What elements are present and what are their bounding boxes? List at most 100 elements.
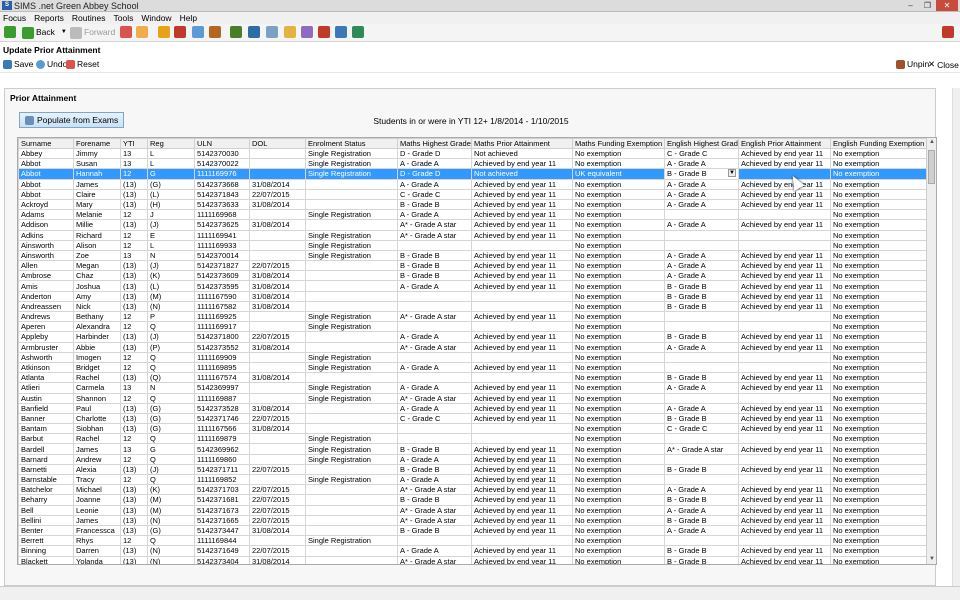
cell-english-prior-attainment[interactable]	[738, 321, 831, 333]
cell-english-prior-attainment[interactable]: Achieved by end year 11	[738, 341, 831, 353]
cell-forename[interactable]: Chaz	[73, 270, 121, 282]
cell-english-funding-exemption[interactable]: No exemption	[830, 504, 928, 516]
cell-surname[interactable]: Aperen	[18, 321, 74, 333]
table-row[interactable]: Banner Charlotte (13) (G) 5142371746 22/07/20…	[18, 412, 928, 425]
cell-yti[interactable]: 12	[120, 392, 148, 404]
cell-uln[interactable]: 5142373633	[194, 198, 250, 211]
cell-forename[interactable]: Michael	[73, 484, 121, 496]
cell-uln[interactable]: 1111167582	[194, 300, 250, 313]
cell-forename[interactable]: Rhys	[73, 535, 121, 547]
cell-english-highest-grade[interactable]: A - Grade A	[664, 158, 739, 170]
cell-uln[interactable]: 1111169879	[194, 433, 250, 445]
cell-surname[interactable]: Ainsworth	[18, 239, 74, 251]
cell-reg[interactable]: (J)	[147, 260, 195, 272]
cell-yti[interactable]: (13)	[120, 412, 148, 425]
cell-maths-prior-attainment[interactable]: Achieved by end year 11	[471, 331, 573, 343]
table-row[interactable]: Allen Megan (13) (J) 5142371827 22/07/2015 B -…	[18, 260, 928, 272]
cell-maths-prior-attainment[interactable]	[471, 535, 573, 547]
cell-maths-highest-grade[interactable]	[397, 321, 472, 333]
cell-english-prior-attainment[interactable]	[738, 453, 831, 465]
cell-yti[interactable]: (13)	[120, 300, 148, 313]
cell-enrolment-status[interactable]	[305, 514, 398, 526]
cell-enrolment-status[interactable]: Single Registration	[305, 249, 398, 262]
cell-maths-funding-exemption[interactable]: No exemption	[572, 331, 665, 343]
cell-english-highest-grade[interactable]: ▼ B - Grade B	[664, 168, 739, 180]
cell-yti[interactable]: (13)	[120, 524, 148, 537]
cell-surname[interactable]: Benter	[18, 524, 74, 537]
cell-maths-prior-attainment[interactable]: Achieved by end year 11	[471, 392, 573, 404]
calendar-icon[interactable]	[248, 26, 260, 38]
cell-uln[interactable]: 1111169895	[194, 361, 250, 374]
cell-english-funding-exemption[interactable]: No exemption	[830, 219, 928, 231]
cell-maths-highest-grade[interactable]: A* - Grade A star	[397, 229, 472, 241]
cell-english-prior-attainment[interactable]: Achieved by end year 11	[738, 300, 831, 313]
cell-maths-highest-grade[interactable]	[397, 372, 472, 384]
cell-enrolment-status[interactable]: Single Registration	[305, 158, 398, 170]
cell-forename[interactable]: Darren	[73, 545, 121, 557]
cell-maths-funding-exemption[interactable]: No exemption	[572, 280, 665, 292]
cell-maths-highest-grade[interactable]	[397, 433, 472, 445]
cell-dol[interactable]: 31/08/2014	[249, 341, 306, 353]
cell-reg[interactable]: L	[147, 147, 195, 160]
cell-maths-funding-exemption[interactable]: No exemption	[572, 147, 665, 160]
cell-maths-highest-grade[interactable]: A - Grade A	[397, 209, 472, 221]
chart-icon[interactable]	[230, 26, 242, 38]
cell-uln[interactable]: 5142371746	[194, 412, 250, 425]
cell-yti[interactable]: (13)	[120, 372, 148, 384]
cell-forename[interactable]: Francessca	[73, 524, 121, 537]
table-row[interactable]: Bellini James (13) (N) 5142371665 22/07/2015 A…	[18, 514, 928, 526]
cell-maths-funding-exemption[interactable]: UK equivalent	[572, 168, 665, 180]
table-row[interactable]: Addison Millie (13) (J) 5142373625 31/08/2014…	[18, 219, 928, 231]
cell-english-funding-exemption[interactable]: No exemption	[830, 545, 928, 557]
cell-maths-prior-attainment[interactable]	[471, 321, 573, 333]
cell-maths-prior-attainment[interactable]: Achieved by end year 11	[471, 219, 573, 231]
cell-dol[interactable]	[249, 321, 306, 333]
cell-english-prior-attainment[interactable]: Achieved by end year 11	[738, 290, 831, 302]
cell-dol[interactable]: 22/07/2015	[249, 504, 306, 516]
notes-icon[interactable]	[284, 26, 296, 38]
cell-dol[interactable]	[249, 351, 306, 363]
cell-surname[interactable]: Banner	[18, 412, 74, 425]
cell-english-funding-exemption[interactable]: No exemption	[830, 331, 928, 343]
cell-reg[interactable]: Q	[147, 361, 195, 374]
cell-reg[interactable]: (G)	[147, 412, 195, 425]
cell-forename[interactable]: Amy	[73, 290, 121, 302]
cell-english-funding-exemption[interactable]: No exemption	[830, 260, 928, 272]
cell-uln[interactable]: 1111167566	[194, 423, 250, 435]
cell-uln[interactable]: 5142373595	[194, 280, 250, 292]
cell-enrolment-status[interactable]: Single Registration	[305, 382, 398, 394]
cell-reg[interactable]: Q	[147, 535, 195, 547]
cell-english-highest-grade[interactable]: B - Grade B	[664, 412, 739, 425]
cell-enrolment-status[interactable]	[305, 290, 398, 302]
cell-maths-highest-grade[interactable]: A* - Grade A star	[397, 514, 472, 526]
cell-dol[interactable]: 31/08/2014	[249, 372, 306, 384]
cell-enrolment-status[interactable]: Single Registration	[305, 351, 398, 363]
cell-uln[interactable]: 1111169976	[194, 168, 250, 180]
cell-reg[interactable]: (J)	[147, 331, 195, 343]
cell-dol[interactable]	[249, 535, 306, 547]
cell-reg[interactable]: (N)	[147, 300, 195, 313]
briefcase-icon[interactable]	[209, 26, 221, 38]
table-row[interactable]: Bardell James 13 G 5142369962 Single Registra…	[18, 443, 928, 455]
cell-english-prior-attainment[interactable]: Achieved by end year 11	[738, 178, 831, 190]
cell-surname[interactable]: Barbut	[18, 433, 74, 445]
cell-english-prior-attainment[interactable]	[738, 310, 831, 323]
cell-maths-funding-exemption[interactable]: No exemption	[572, 270, 665, 282]
table-row[interactable]: Atlieri Carmela 13 N 5142369997 Single Regist…	[18, 382, 928, 394]
cell-enrolment-status[interactable]	[305, 341, 398, 353]
cell-english-funding-exemption[interactable]: No exemption	[830, 310, 928, 323]
cell-uln[interactable]: 1111169968	[194, 209, 250, 221]
cell-english-funding-exemption[interactable]: No exemption	[830, 300, 928, 313]
cell-english-highest-grade[interactable]	[664, 392, 739, 404]
cell-surname[interactable]: Atkinson	[18, 361, 74, 374]
cell-yti[interactable]: (13)	[120, 270, 148, 282]
cell-maths-prior-attainment[interactable]	[471, 372, 573, 384]
cell-forename[interactable]: Paul	[73, 402, 121, 414]
cell-forename[interactable]: Susan	[73, 158, 121, 170]
cell-maths-funding-exemption[interactable]: No exemption	[572, 361, 665, 374]
cell-maths-highest-grade[interactable]	[397, 535, 472, 547]
cell-maths-highest-grade[interactable]: C - Grade C	[397, 412, 472, 425]
table-row[interactable]: Ainsworth Alison 12 L 1111169933 Single Regis…	[18, 239, 928, 251]
cell-uln[interactable]: 5142373625	[194, 219, 250, 231]
panel-vertical-scrollbar[interactable]	[952, 88, 960, 588]
